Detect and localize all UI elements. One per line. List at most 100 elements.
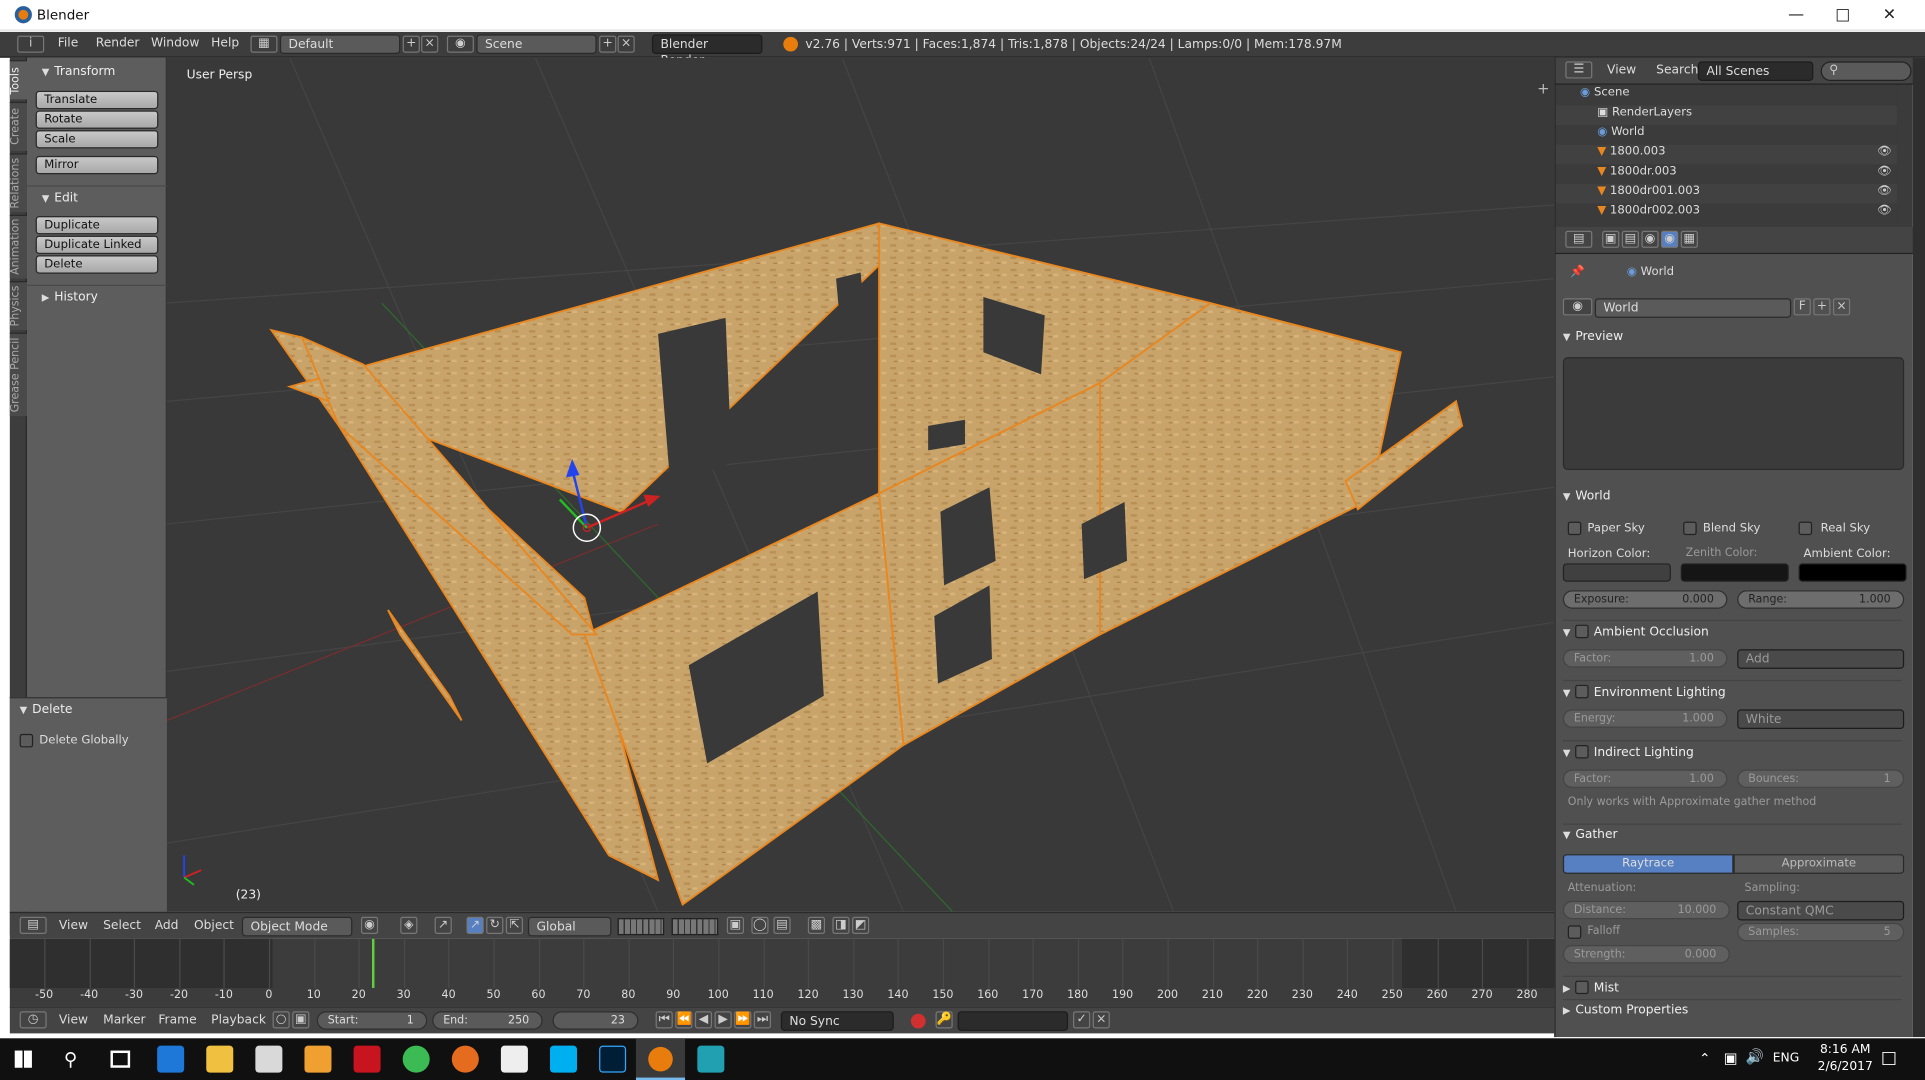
preview-range-icon[interactable]: ○ (272, 1011, 290, 1029)
indirect-enable-checkbox[interactable] (1575, 744, 1589, 759)
outliner-item[interactable]: ▼ 1800dr002.003 👁 (1555, 203, 1897, 224)
mist-panel-header[interactable]: ▶ Mist (1562, 975, 1902, 995)
preview-panel-header[interactable]: ▼ Preview (1563, 330, 1902, 344)
outliner-item[interactable]: ◉ Scene (1555, 85, 1897, 106)
env-enable-checkbox[interactable] (1575, 684, 1589, 699)
acrobat-icon[interactable] (353, 1045, 381, 1073)
layout-remove-icon[interactable]: × (421, 35, 439, 53)
scene-remove-icon[interactable]: × (617, 35, 635, 53)
sync-select[interactable]: No Sync (780, 1011, 894, 1031)
indirect-factor-field[interactable]: Factor: 1.00 (1562, 769, 1728, 788)
close-button[interactable]: ✕ (1866, 0, 1913, 31)
tab-physics[interactable]: Physics (9, 281, 28, 331)
snap-icon[interactable]: ▤ (773, 916, 791, 934)
history-panel-header[interactable]: ▶ History (27, 284, 167, 310)
tab-create[interactable]: Create (9, 101, 28, 151)
visibility-eye-icon[interactable]: 👁 (1877, 145, 1892, 159)
layers-grid-b[interactable] (671, 918, 719, 936)
store-icon[interactable] (255, 1045, 283, 1073)
outliner-item[interactable]: ◉ World (1555, 125, 1897, 145)
lock-layers-icon[interactable]: ▣ (726, 916, 744, 934)
language-indicator[interactable]: ENG (1773, 1052, 1799, 1066)
menu-window[interactable]: Window (151, 37, 199, 51)
menu-file[interactable]: File (58, 37, 79, 51)
falloff-checkbox[interactable] (1567, 925, 1582, 939)
visibility-eye-icon[interactable]: 👁 (1877, 204, 1892, 218)
fake-user-button[interactable]: F (1793, 298, 1811, 316)
pivot-icon[interactable]: ◈ (400, 916, 418, 934)
notifications-icon[interactable]: □ (1881, 1048, 1897, 1068)
ao-enable-checkbox[interactable] (1575, 624, 1589, 639)
render-engine-select[interactable]: Blender Render (651, 34, 763, 68)
blend-sky-checkbox[interactable] (1683, 521, 1697, 536)
manipulator-icon[interactable]: ↗ (434, 916, 452, 934)
mode-select[interactable]: Object Mode (241, 916, 353, 937)
world-tab-icon[interactable]: ◉ (1661, 230, 1679, 248)
outliner-item[interactable]: ▣ RenderLayers (1555, 105, 1897, 126)
orientation-select[interactable]: Global (527, 916, 612, 937)
raytrace-button[interactable]: Raytrace (1562, 854, 1734, 874)
play-icon[interactable]: ▶ (714, 1011, 732, 1029)
duplicate-button[interactable]: Duplicate (35, 216, 159, 235)
render-anim-icon[interactable]: ◩ (852, 916, 870, 934)
render-view-icon[interactable]: ◨ (832, 916, 850, 934)
photoshop-icon[interactable] (599, 1045, 627, 1073)
visibility-eye-icon[interactable]: 👁 (1877, 164, 1892, 178)
play-reverse-icon[interactable]: ◀ (694, 1011, 713, 1029)
volume-icon[interactable]: 🔊 (1746, 1048, 1764, 1065)
scene-add-icon[interactable]: + (599, 35, 617, 53)
clock-date[interactable]: 2/6/2017 (1815, 1060, 1876, 1074)
tab-tools[interactable]: Tools (9, 60, 28, 100)
delete-key-icon[interactable]: × (1092, 1011, 1110, 1029)
timeline[interactable]: -50 -40 -30 -20 -10 0 10 20 30 40 50 60 70 80 90 100 110… (9, 938, 1555, 1007)
real-sky-checkbox[interactable] (1798, 521, 1813, 536)
outliner-menu-search[interactable]: Search (1656, 64, 1698, 78)
chrome-icon[interactable] (402, 1045, 430, 1073)
record-icon[interactable] (910, 1013, 926, 1029)
house-walls[interactable] (269, 222, 1464, 906)
edit-panel-header[interactable]: ▼ Edit (27, 185, 167, 210)
menu-render[interactable]: Render (96, 37, 140, 51)
tl-menu-frame[interactable]: Frame (158, 1014, 196, 1028)
samples-field[interactable]: Samples: 5 (1737, 922, 1905, 942)
transform-panel-header[interactable]: ▼ Transform (27, 60, 167, 85)
shading-icon[interactable]: ◉ (360, 916, 379, 934)
world-datablock-icon[interactable]: ◉ (1562, 298, 1593, 316)
paper-sky-checkbox[interactable] (1567, 521, 1582, 536)
render-layers-tab-icon[interactable]: ▤ (1621, 230, 1639, 248)
current-frame-field[interactable]: 23 (552, 1011, 639, 1030)
env-energy-field[interactable]: Energy: 1.000 (1562, 709, 1728, 728)
blender-taskbar-button[interactable] (635, 1038, 686, 1080)
operator-panel-header[interactable]: ▼ Delete (20, 703, 73, 717)
add-region-plus-icon[interactable]: + (1537, 80, 1549, 97)
pin-icon[interactable]: 📌 (1570, 265, 1585, 279)
snap-target-icon[interactable]: ▩ (807, 916, 826, 934)
calculator-icon[interactable] (500, 1045, 528, 1073)
tl-menu-view[interactable]: View (59, 1014, 88, 1028)
visibility-eye-icon[interactable]: 👁 (1877, 184, 1892, 198)
new-world-icon[interactable]: + (1813, 298, 1831, 316)
sampling-method-select[interactable]: Constant QMC (1737, 900, 1905, 921)
vp-menu-view[interactable]: View (59, 919, 88, 933)
scene-tab-icon[interactable]: ◉ (1641, 230, 1659, 248)
proportional-edit-icon[interactable]: ◯ (751, 916, 769, 934)
search-icon[interactable]: ⚲ (64, 1048, 78, 1070)
delete-button[interactable]: Delete (35, 255, 159, 274)
tray-chevron-icon[interactable]: ⌃ (1699, 1051, 1710, 1067)
properties-scrollbar[interactable] (1912, 57, 1925, 1038)
layout-add-icon[interactable]: + (402, 35, 420, 53)
jump-keyframe-back-icon[interactable]: ⏪ (675, 1011, 693, 1029)
layout-grid-icon[interactable]: ▦ (250, 35, 278, 53)
outliner-menu-view[interactable]: View (1607, 64, 1636, 78)
3d-viewport[interactable]: User Persp (23) + (166, 57, 1555, 912)
outliner-search-input[interactable]: ⚲ (1820, 61, 1912, 82)
gather-panel-header[interactable]: ▼ Gather (1562, 823, 1902, 842)
range-field[interactable]: Range: 1.000 (1737, 590, 1905, 609)
mirror-button[interactable]: Mirror (35, 155, 159, 175)
start-frame-field[interactable]: Start: 1 (316, 1011, 428, 1030)
scale-button[interactable]: Scale (35, 130, 159, 149)
env-panel-header[interactable]: ▼ Environment Lighting (1562, 679, 1902, 700)
scale-manip-icon[interactable]: ⇱ (505, 916, 524, 934)
vp-menu-select[interactable]: Select (103, 919, 141, 933)
lock-range-icon[interactable]: ▣ (292, 1011, 310, 1029)
